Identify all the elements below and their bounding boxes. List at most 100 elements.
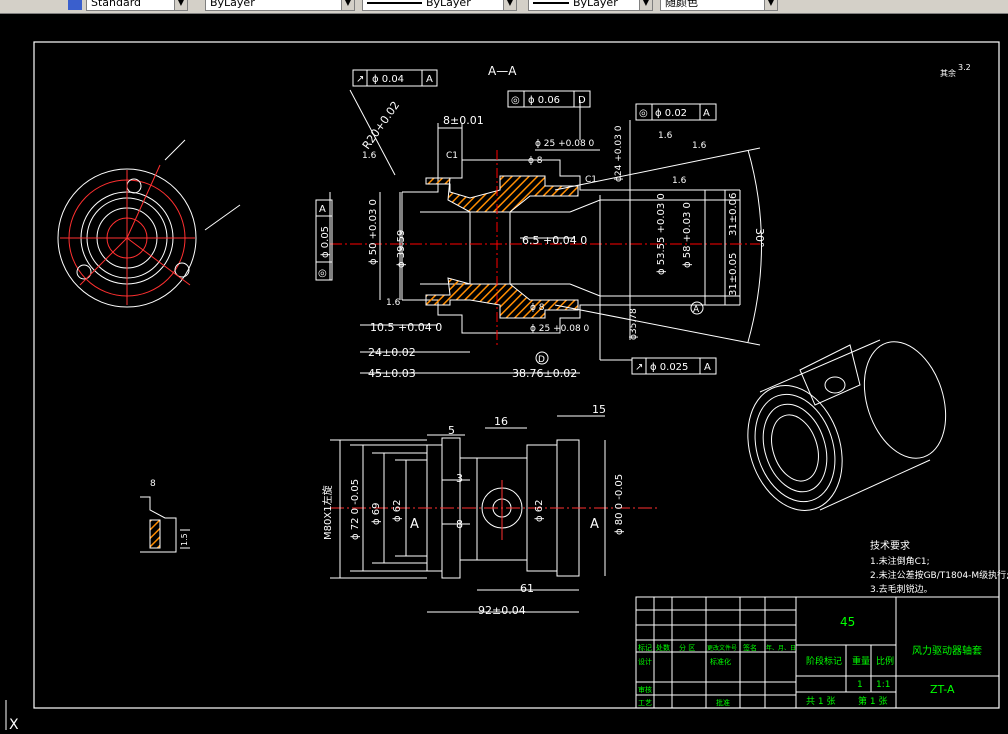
concentricity-icon: ◎ <box>318 268 327 279</box>
title-block-text: 45 风力驱动器轴套 ZT-A 阶段标记 重量 比例 1 1:1 共 1 张 第… <box>638 615 982 707</box>
chevron-down-icon: ▼ <box>639 0 652 10</box>
svg-text:C1: C1 <box>446 151 458 161</box>
chevron-down-icon: ▼ <box>503 0 516 10</box>
svg-text:10.5 +0.04 0: 10.5 +0.04 0 <box>370 321 442 334</box>
svg-text:16: 16 <box>494 415 508 428</box>
svg-text:38.76±0.02: 38.76±0.02 <box>512 367 577 380</box>
svg-text:C1: C1 <box>585 175 597 185</box>
runout-icon: ↗ <box>635 362 643 373</box>
concentricity-icon: ◎ <box>511 95 520 106</box>
svg-text:24±0.02: 24±0.02 <box>368 346 416 359</box>
detail-view: 8 1.5 <box>140 479 190 553</box>
text-style-icon[interactable] <box>68 0 82 10</box>
svg-text:ϕ 58 +0.03 0: ϕ 58 +0.03 0 <box>682 202 693 268</box>
svg-text:A: A <box>426 74 433 85</box>
svg-text:ϕ35.78: ϕ35.78 <box>629 308 639 340</box>
svg-text:1.6: 1.6 <box>362 151 377 161</box>
svg-text:1.6: 1.6 <box>672 176 687 186</box>
svg-text:ϕ 0.04: ϕ 0.04 <box>372 74 404 85</box>
svg-text:R20+0.02: R20+0.02 <box>360 99 402 152</box>
svg-text:92±0.04: 92±0.04 <box>478 604 526 617</box>
svg-text:比例: 比例 <box>876 655 894 667</box>
chevron-down-icon: ▼ <box>174 0 187 10</box>
svg-text:ϕ 25 +0.08 0: ϕ 25 +0.08 0 <box>530 324 590 334</box>
plot-style-select[interactable]: 随颜色 ▼ <box>660 0 778 11</box>
svg-text:ϕ 25 +0.08 0: ϕ 25 +0.08 0 <box>535 139 595 149</box>
svg-text:风力驱动器轴套: 风力驱动器轴套 <box>912 644 982 657</box>
svg-text:1.5: 1.5 <box>180 533 189 546</box>
svg-text:ϕ 72 0 -0.05: ϕ 72 0 -0.05 <box>350 479 361 540</box>
svg-text:分 区: 分 区 <box>679 643 695 652</box>
svg-text:年、月、日: 年、月、日 <box>766 644 796 652</box>
svg-text:ϕ 80 0 -0.05: ϕ 80 0 -0.05 <box>614 474 625 535</box>
svg-text:更改文件号: 更改文件号 <box>707 644 737 652</box>
isometric-view <box>747 339 947 511</box>
svg-text:A: A <box>693 305 700 315</box>
svg-text:3.2: 3.2 <box>958 63 971 72</box>
layer-select[interactable]: ByLayer ▼ <box>205 0 355 11</box>
svg-text:6.5 +0.04 0: 6.5 +0.04 0 <box>522 234 587 247</box>
svg-text:其余: 其余 <box>940 68 956 78</box>
svg-text:批准: 批准 <box>716 698 730 707</box>
svg-text:ϕ 62: ϕ 62 <box>534 500 545 523</box>
concentricity-icon: ◎ <box>639 108 648 119</box>
svg-text:ϕ 0.02: ϕ 0.02 <box>655 108 687 119</box>
svg-text:45±0.03: 45±0.03 <box>368 367 416 380</box>
svg-text:1.未注倒角C1;: 1.未注倒角C1; <box>870 555 930 567</box>
svg-text:重量: 重量 <box>852 655 870 667</box>
svg-text:ϕ 0.06: ϕ 0.06 <box>528 95 560 106</box>
svg-text:1.6: 1.6 <box>658 131 673 141</box>
runout-icon: ↗ <box>356 74 364 85</box>
svg-text:ϕ 0.05: ϕ 0.05 <box>320 226 331 258</box>
svg-text:1:1: 1:1 <box>876 680 890 690</box>
svg-text:A: A <box>590 517 599 532</box>
svg-text:2.未注公差按GB/T1804-M级执行;: 2.未注公差按GB/T1804-M级执行; <box>870 569 1008 581</box>
svg-text:标记: 标记 <box>638 643 652 652</box>
svg-text:技术要求: 技术要求 <box>870 539 910 552</box>
svg-text:阶段标记: 阶段标记 <box>806 655 842 667</box>
svg-text:61: 61 <box>520 582 534 595</box>
svg-text:设计: 设计 <box>638 657 652 666</box>
svg-text:D: D <box>578 95 586 106</box>
chevron-down-icon: ▼ <box>764 0 777 10</box>
svg-text:8: 8 <box>150 479 156 489</box>
svg-text:ϕ 8: ϕ 8 <box>528 156 543 166</box>
svg-text:5: 5 <box>448 424 455 437</box>
svg-text:A: A <box>410 517 419 532</box>
svg-text:标准化: 标准化 <box>710 657 731 666</box>
svg-text:8±0.01: 8±0.01 <box>443 114 484 127</box>
svg-text:工艺: 工艺 <box>638 699 652 707</box>
svg-text:ϕ 8: ϕ 8 <box>530 303 545 313</box>
svg-text:ϕ 62: ϕ 62 <box>392 500 403 523</box>
drawing-canvas[interactable]: A—A ↗ ϕ 0.04 A ◎ ϕ 0.06 D ◎ ϕ 0.02 A A ϕ… <box>0 14 1008 734</box>
svg-text:31±0.05: 31±0.05 <box>728 253 739 296</box>
svg-text:3.去毛刺锐边。: 3.去毛刺锐边。 <box>870 583 933 595</box>
svg-text:1.6: 1.6 <box>692 141 707 151</box>
svg-text:第 1 张: 第 1 张 <box>858 695 887 707</box>
svg-text:X: X <box>9 717 19 733</box>
svg-text:ϕ 50 +0.03 0: ϕ 50 +0.03 0 <box>368 199 379 265</box>
svg-text:ϕ 39.59: ϕ 39.59 <box>396 230 407 268</box>
text-style-select[interactable]: Standard ▼ <box>86 0 188 11</box>
svg-text:共 1 张: 共 1 张 <box>806 696 835 707</box>
svg-text:审核: 审核 <box>638 685 652 694</box>
svg-text:A: A <box>319 204 326 215</box>
svg-text:D: D <box>538 355 545 365</box>
technical-requirements: 技术要求 1.未注倒角C1; 2.未注公差按GB/T1804-M级执行; 3.去… <box>870 539 1008 595</box>
svg-text:M80X1左旋: M80X1左旋 <box>321 485 334 540</box>
linetype-select[interactable]: ByLayer ▼ <box>362 0 517 11</box>
gdt-frame-top-right: ◎ ϕ 0.02 A <box>635 103 717 121</box>
svg-text:31±0.06: 31±0.06 <box>728 193 739 236</box>
svg-text:45: 45 <box>840 615 855 629</box>
svg-text:3: 3 <box>456 472 463 485</box>
properties-toolbar: Standard ▼ ByLayer ▼ ByLayer ▼ ByLayer ▼ 随颜色… <box>0 0 1008 14</box>
gdt-frame-top-left: ↗ ϕ 0.04 A <box>352 69 438 87</box>
chevron-down-icon: ▼ <box>341 0 354 10</box>
ucs-icon: X <box>5 700 19 733</box>
svg-text:ϕ 0.025: ϕ 0.025 <box>650 362 688 373</box>
svg-text:A: A <box>704 362 711 373</box>
svg-text:15: 15 <box>592 403 606 416</box>
lineweight-select[interactable]: ByLayer ▼ <box>528 0 653 11</box>
end-view <box>57 139 241 308</box>
svg-text:A: A <box>703 108 710 119</box>
